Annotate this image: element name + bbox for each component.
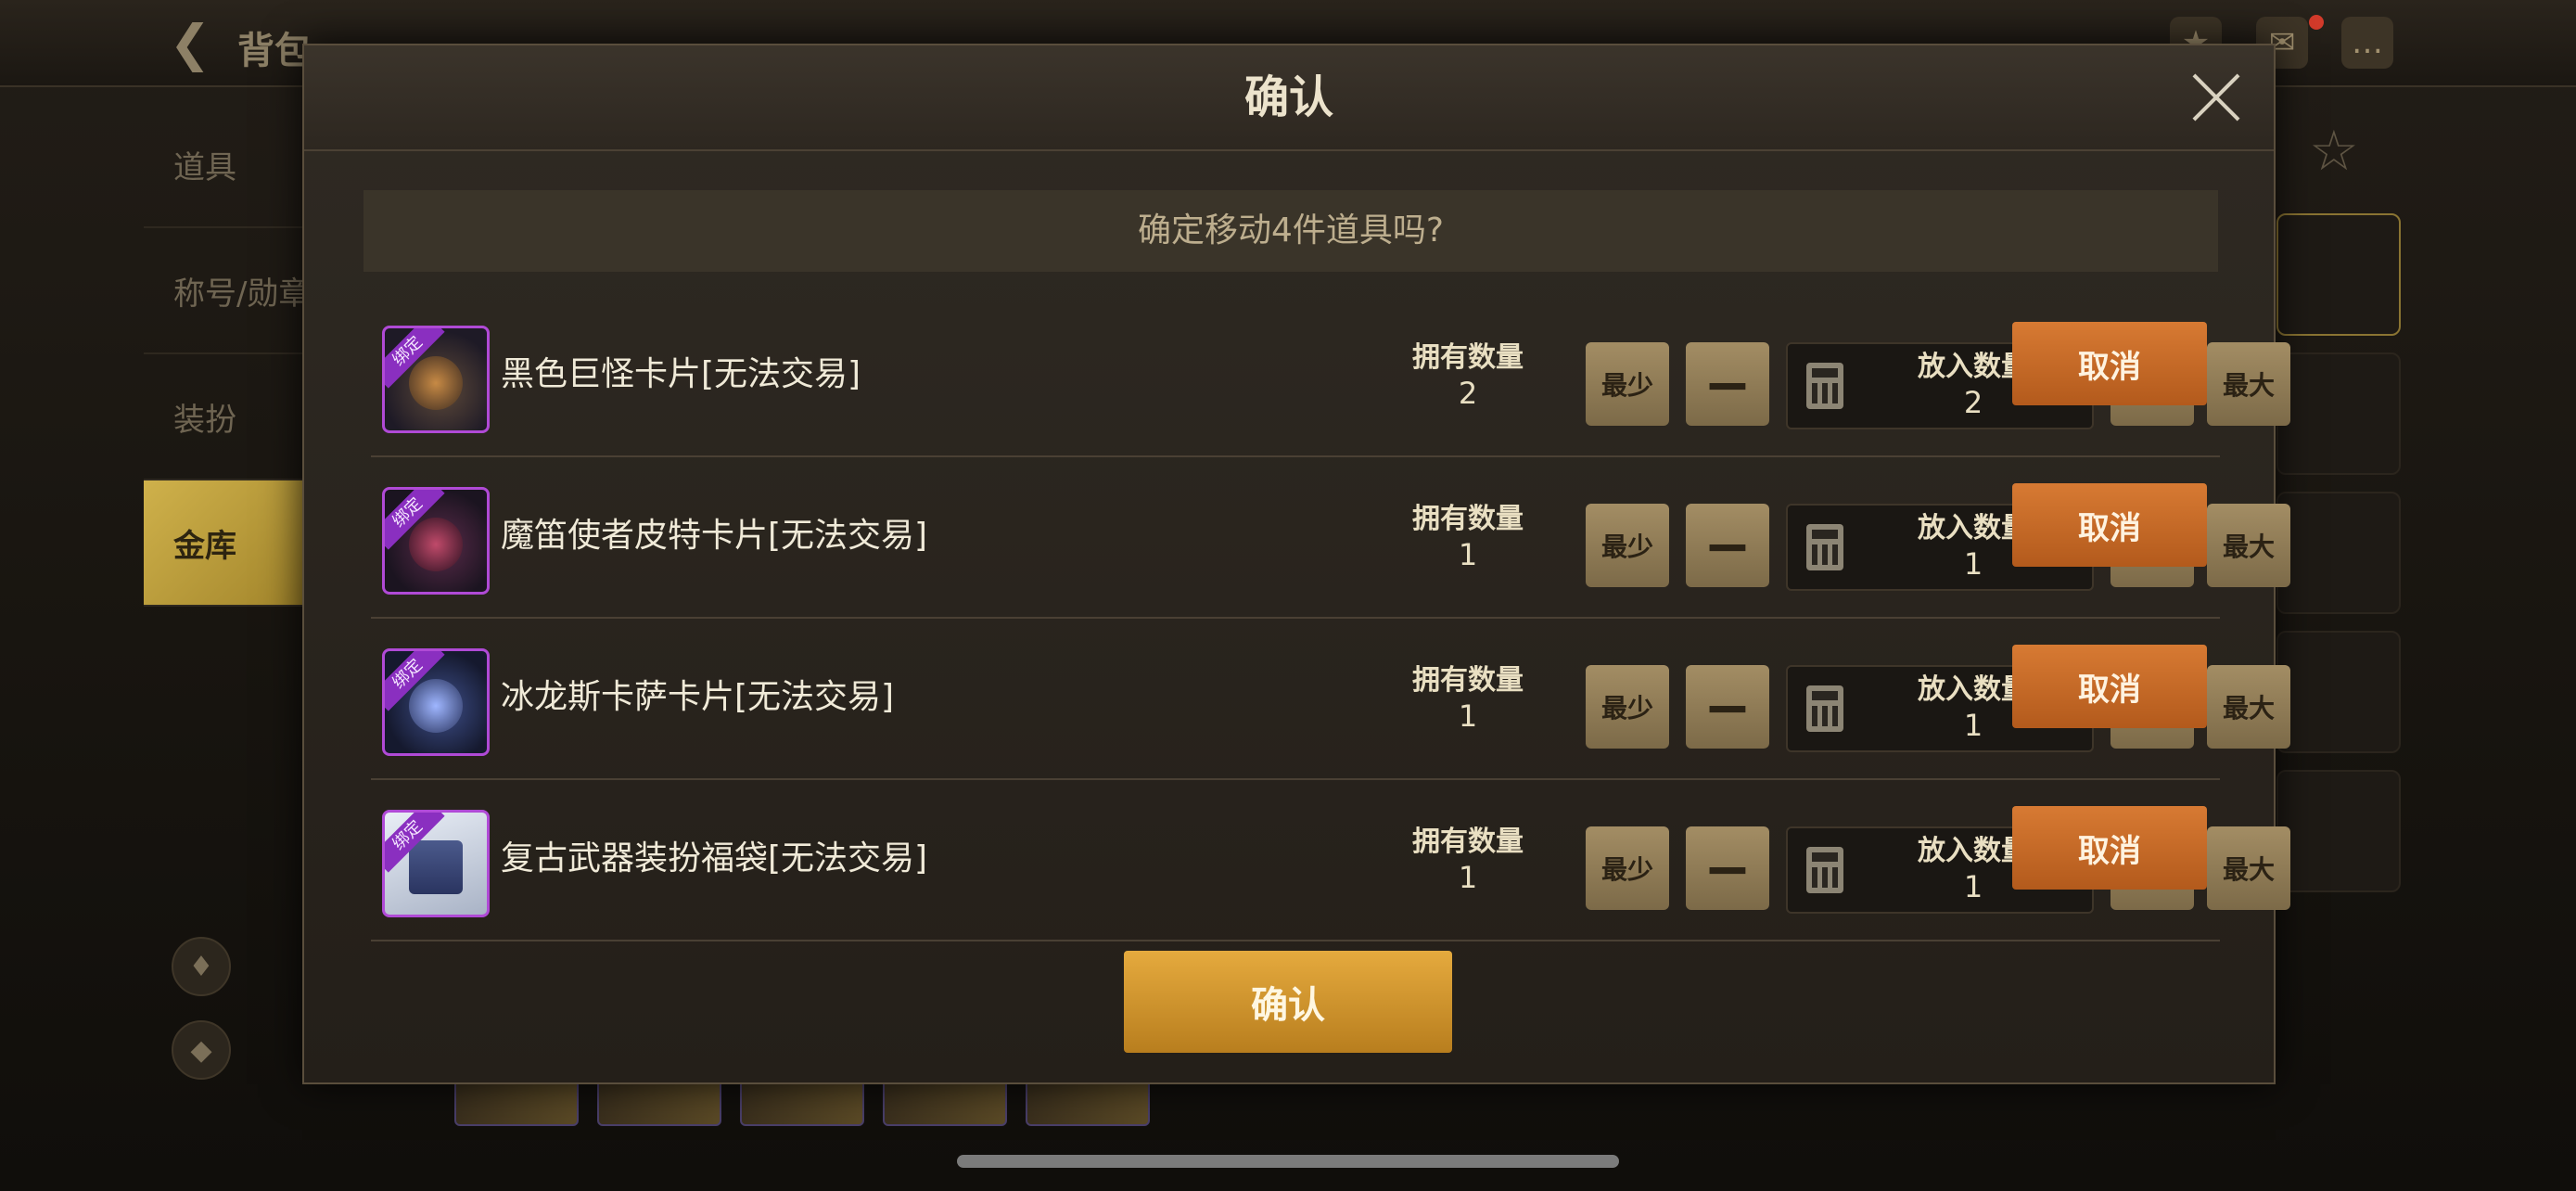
owned-value: 1: [1458, 860, 1478, 895]
max-button[interactable]: 最大: [2207, 504, 2290, 587]
min-button[interactable]: 最少: [1586, 665, 1669, 749]
item-row: 绑定 魔笛使者皮特卡片[无法交易] 拥有数量 1 最少 − 放入数量 1 + 最…: [371, 455, 2290, 619]
owned-label: 拥有数量: [1412, 664, 1524, 697]
vault-slot[interactable]: [2276, 631, 2401, 753]
vault-slot[interactable]: [2276, 213, 2401, 336]
owned-value: 1: [1458, 698, 1478, 734]
vault-slot[interactable]: [2276, 770, 2401, 892]
item-bag-icon: 绑定: [382, 810, 490, 917]
home-indicator[interactable]: [957, 1155, 1619, 1168]
chat-icon[interactable]: …: [2341, 17, 2393, 69]
back-arrow-icon[interactable]: ❮: [158, 14, 223, 72]
calculator-icon[interactable]: [1806, 685, 1843, 732]
item-row: 绑定 冰龙斯卡萨卡片[无法交易] 拥有数量 1 最少 − 放入数量 1 + 最大: [371, 617, 2290, 780]
max-button[interactable]: 最大: [2207, 826, 2290, 910]
owned-label: 拥有数量: [1412, 826, 1524, 858]
owned-label: 拥有数量: [1412, 503, 1524, 535]
item-card-icon: 绑定: [382, 648, 490, 756]
vault-slot[interactable]: [2276, 352, 2401, 475]
decrease-button[interactable]: −: [1686, 826, 1769, 910]
close-icon[interactable]: [2188, 70, 2244, 125]
min-button[interactable]: 最少: [1586, 826, 1669, 910]
favorite-star-icon[interactable]: ☆: [2309, 119, 2359, 184]
confirm-button[interactable]: 确认: [1124, 951, 1452, 1053]
cancel-button[interactable]: 取消: [2012, 322, 2207, 405]
item-row: 绑定 复古武器装扮福袋[无法交易] 拥有数量 1 最少 − 放入数量 1 + 最…: [371, 778, 2290, 941]
card-art-icon: [409, 356, 463, 410]
decrease-button[interactable]: −: [1686, 504, 1769, 587]
sort-icon[interactable]: ♦: [172, 937, 231, 996]
filter-icon[interactable]: ◆: [172, 1020, 231, 1080]
owned-quantity: 拥有数量 1: [1398, 663, 1537, 734]
item-name: 黑色巨怪卡片[无法交易]: [501, 355, 861, 393]
owned-value: 2: [1458, 376, 1478, 411]
item-card-icon: 绑定: [382, 487, 490, 595]
cancel-button[interactable]: 取消: [2012, 806, 2207, 890]
item-name: 复古武器装扮福袋[无法交易]: [501, 839, 928, 877]
owned-label: 拥有数量: [1412, 341, 1524, 374]
calculator-icon[interactable]: [1806, 363, 1843, 409]
item-card-icon: 绑定: [382, 326, 490, 433]
notification-dot: [2309, 15, 2324, 30]
decrease-button[interactable]: −: [1686, 342, 1769, 426]
calculator-icon[interactable]: [1806, 524, 1843, 570]
dialog-title: 确认: [1243, 71, 1333, 123]
calculator-icon[interactable]: [1806, 847, 1843, 893]
lucky-bag-icon: [409, 840, 463, 894]
bag-title: 背包: [237, 30, 312, 72]
confirm-dialog: 确认 确定移动4件道具吗? 绑定 黑色巨怪卡片[无法交易] 拥有数量 2 最少 …: [302, 44, 2290, 1084]
owned-quantity: 拥有数量 2: [1398, 340, 1537, 411]
cancel-button[interactable]: 取消: [2012, 483, 2207, 567]
owned-quantity: 拥有数量 1: [1398, 825, 1537, 895]
max-button[interactable]: 最大: [2207, 342, 2290, 426]
owned-value: 1: [1458, 537, 1478, 572]
vault-slot[interactable]: [2276, 492, 2401, 614]
item-name: 冰龙斯卡萨卡片[无法交易]: [501, 678, 895, 716]
decrease-button[interactable]: −: [1686, 665, 1769, 749]
item-row: 绑定 黑色巨怪卡片[无法交易] 拥有数量 2 最少 − 放入数量 2 + 最大: [371, 294, 2290, 457]
max-button[interactable]: 最大: [2207, 665, 2290, 749]
card-art-icon: [409, 518, 463, 571]
cancel-button[interactable]: 取消: [2012, 645, 2207, 728]
owned-quantity: 拥有数量 1: [1398, 502, 1537, 572]
item-name: 魔笛使者皮特卡片[无法交易]: [501, 517, 928, 555]
min-button[interactable]: 最少: [1586, 342, 1669, 426]
card-art-icon: [409, 679, 463, 733]
confirm-question: 确定移动4件道具吗?: [363, 190, 2218, 272]
min-button[interactable]: 最少: [1586, 504, 1669, 587]
